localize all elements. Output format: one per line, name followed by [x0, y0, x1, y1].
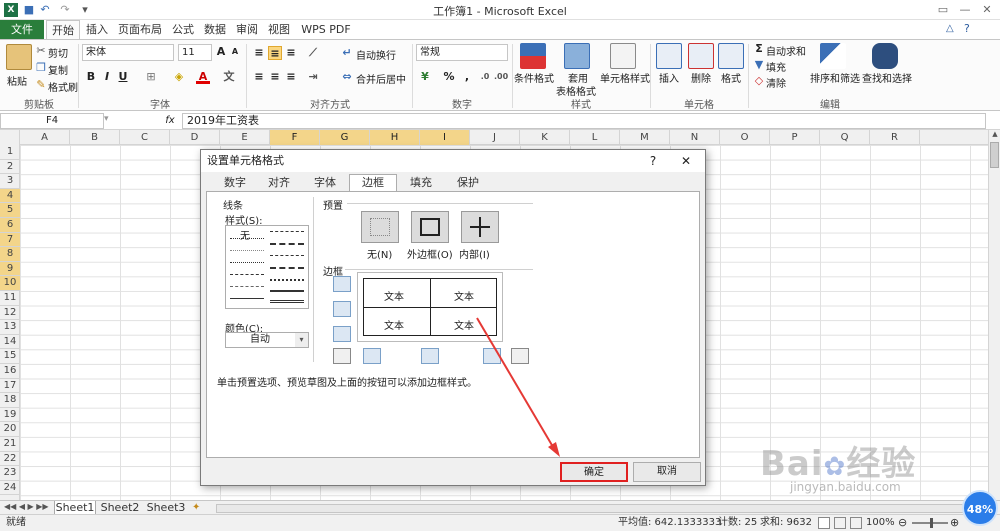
zoom-level[interactable]: 100% — [866, 515, 895, 531]
arrow-head — [548, 442, 560, 457]
progress-badge[interactable]: 48% — [962, 490, 998, 526]
watermark-url: jingyan.baidu.com — [790, 480, 901, 494]
zoom-slider-thumb[interactable] — [930, 518, 933, 528]
sheet-tab[interactable]: Sheet2 — [98, 501, 142, 515]
watermark-paw-icon: ✿ — [823, 452, 847, 482]
new-sheet-icon[interactable]: ✦ — [192, 502, 206, 514]
status-count: 计数: 25 — [718, 517, 758, 528]
watermark-brand: Bai✿经验 — [760, 444, 917, 484]
normal-view-icon[interactable] — [818, 517, 830, 529]
first-sheet-icon[interactable]: ◀◀ ◀ ▶ ▶▶ — [4, 502, 49, 511]
arrow-shaft — [476, 317, 557, 453]
page-layout-view-icon[interactable] — [834, 517, 846, 529]
status-ready: 就绪 — [6, 517, 26, 528]
horizontal-scrollbar[interactable] — [216, 504, 976, 513]
page-break-view-icon[interactable] — [850, 517, 862, 529]
status-sum: 求和: 9632 — [760, 517, 812, 528]
status-average: 平均值: 642.1333333 — [618, 517, 722, 528]
zoom-out-icon[interactable]: ⊖ — [898, 515, 907, 531]
zoom-in-icon[interactable]: ⊕ — [950, 515, 959, 531]
sheet-tab[interactable]: Sheet1 — [54, 501, 96, 515]
sheet-tab[interactable]: Sheet3 — [144, 501, 188, 515]
status-bar: 就绪 平均值: 642.1333333 计数: 25 求和: 9632 100%… — [0, 514, 1000, 531]
sheet-tab-bar: ◀◀ ◀ ▶ ▶▶ Sheet1 Sheet2 Sheet3 ✦ — [0, 500, 1000, 515]
